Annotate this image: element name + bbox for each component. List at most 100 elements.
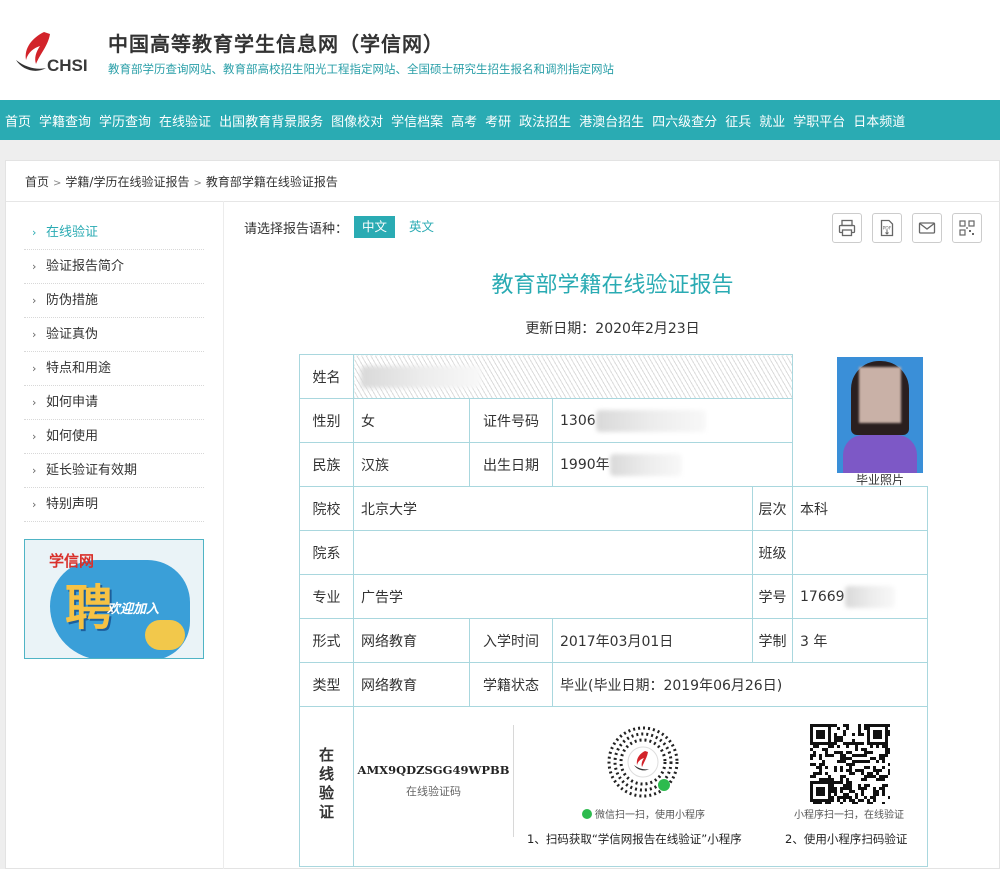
- nav-item-11[interactable]: 四六级查分: [651, 111, 718, 130]
- label-level: 层次: [752, 486, 793, 531]
- nav-item-2[interactable]: 学历查询: [98, 111, 152, 130]
- verify-code-block: AMX9QDZSGG49WPBB 在线验证码: [358, 763, 510, 799]
- toolbar: PDF: [832, 213, 992, 243]
- table-row: 院系 班级: [299, 530, 928, 575]
- qrcode-icon[interactable]: [952, 213, 982, 243]
- sidebar-item-8[interactable]: › 特别声明: [24, 488, 204, 522]
- sidebar-item-6[interactable]: › 如何使用: [24, 420, 204, 454]
- photo-face-blurred: [859, 367, 901, 423]
- logo-text: CHSI: [47, 56, 88, 75]
- value-school: 北京大学: [353, 486, 753, 531]
- sidebar-item-0[interactable]: › 在线验证: [24, 216, 204, 250]
- sidebar-item-label: 特点和用途: [46, 361, 112, 376]
- table-row: 专业 广告学 学号 17669: [299, 574, 928, 619]
- value-gender: 女: [353, 398, 470, 443]
- nav-item-9[interactable]: 政法招生: [518, 111, 572, 130]
- value-status: 毕业(毕业日期：2019年06月26日): [552, 662, 928, 707]
- nav-item-13[interactable]: 就业: [758, 111, 786, 130]
- language-selector: 请选择报告语种： 中文 英文: [244, 216, 442, 238]
- chevron-right-icon: ›: [32, 328, 37, 341]
- value-student-no-cell: 17669: [792, 574, 928, 619]
- nav-item-15[interactable]: 日本频道: [852, 111, 906, 130]
- value-class: [792, 530, 928, 575]
- chevron-right-icon: ›: [32, 464, 37, 477]
- verify-code[interactable]: AMX9QDZSGG49WPBB: [358, 763, 510, 777]
- sidebar-item-label: 验证真伪: [46, 327, 99, 342]
- breadcrumb-sep-icon: >: [53, 178, 62, 189]
- label-student-no: 学号: [752, 574, 793, 619]
- value-form: 网络教育: [353, 618, 470, 663]
- breadcrumb-current: 教育部学籍在线验证报告: [205, 175, 338, 189]
- print-icon[interactable]: [832, 213, 862, 243]
- nav-item-0[interactable]: 首页: [4, 111, 32, 130]
- sidebar-item-2[interactable]: › 防伪措施: [24, 284, 204, 318]
- value-student-no: 17669: [800, 588, 845, 605]
- nav-item-10[interactable]: 港澳台招生: [578, 111, 645, 130]
- verify-qrcode-icon[interactable]: [808, 722, 890, 804]
- nav-item-5[interactable]: 图像校对: [330, 111, 384, 130]
- site-subtitle: 教育部学历查询网站、教育部高校招生阳光工程指定网站、全国硕士研究生招生报名和调剂…: [108, 62, 614, 76]
- chevron-right-icon: ›: [32, 362, 37, 375]
- value-birth-cell: 1990年: [552, 442, 793, 487]
- nav-item-12[interactable]: 征兵: [724, 111, 752, 130]
- banner-blob-yellow: [145, 620, 185, 650]
- value-enroll: 2017年03月01日: [552, 618, 753, 663]
- wechat-icon: [582, 809, 592, 819]
- label-class: 班级: [752, 530, 793, 575]
- sidebar-item-label: 延长验证有效期: [46, 463, 138, 478]
- sidebar-item-label: 在线验证: [46, 225, 99, 240]
- label-id: 证件号码: [469, 398, 553, 443]
- breadcrumb-verify-report[interactable]: 学籍/学历在线验证报告: [65, 175, 189, 189]
- banner-big-char: 聘: [65, 580, 114, 636]
- label-gender: 性别: [299, 398, 354, 443]
- lang-en-button[interactable]: 英文: [401, 216, 442, 238]
- sidebar-item-5[interactable]: › 如何申请: [24, 386, 204, 420]
- language-prompt: 请选择报告语种：: [244, 221, 349, 237]
- label-verify: 在线验证: [317, 746, 335, 823]
- pdf-icon[interactable]: PDF: [872, 213, 902, 243]
- label-dept: 院系: [299, 530, 354, 575]
- label-verify-cell: 在线验证: [299, 706, 354, 867]
- nav-item-8[interactable]: 考研: [484, 111, 512, 130]
- breadcrumb-sep-icon: >: [193, 178, 202, 189]
- nav-item-7[interactable]: 高考: [450, 111, 478, 130]
- sidebar-item-7[interactable]: › 延长验证有效期: [24, 454, 204, 488]
- value-type: 网络教育: [353, 662, 470, 707]
- label-birth: 出生日期: [469, 442, 553, 487]
- sidebar-item-4[interactable]: › 特点和用途: [24, 352, 204, 386]
- content-panel: 首页 > 学籍/学历在线验证报告 > 教育部学籍在线验证报告 › 在线验证 › 验证报告简介 ›…: [5, 160, 1000, 869]
- nav-item-6[interactable]: 学信档案: [390, 111, 444, 130]
- nav-item-4[interactable]: 出国教育背景服务: [218, 111, 324, 130]
- lang-zh-button[interactable]: 中文: [354, 216, 396, 238]
- value-duration: 3 年: [792, 618, 928, 663]
- sidebar-item-3[interactable]: › 验证真伪: [24, 318, 204, 352]
- label-name: 姓名: [299, 354, 354, 399]
- nav-item-3[interactable]: 在线验证: [158, 111, 212, 130]
- nav-item-1[interactable]: 学籍查询: [38, 111, 92, 130]
- breadcrumb-home[interactable]: 首页: [25, 175, 49, 189]
- mini-caption-text: 微信扫一扫，使用小程序: [595, 810, 705, 821]
- label-type: 类型: [299, 662, 354, 707]
- value-level: 本科: [792, 486, 928, 531]
- report-title: 教育部学籍在线验证报告: [491, 273, 734, 298]
- table-row: 院校 北京大学 层次 本科: [299, 486, 928, 531]
- breadcrumb-divider: [6, 201, 1000, 202]
- table-row: 姓名: [299, 354, 928, 399]
- recruit-banner[interactable]: 学信网 聘 欢迎加入: [24, 539, 204, 659]
- table-row: 类型 网络教育 学籍状态 毕业(毕业日期：2019年06月26日): [299, 662, 928, 707]
- table-row: 形式 网络教育 入学时间 2017年03月01日 学制 3 年: [299, 618, 928, 663]
- verify-code-box: AMX9QDZSGG49WPBB 在线验证码: [355, 725, 514, 837]
- value-dept: [353, 530, 753, 575]
- sidebar-item-1[interactable]: › 验证报告简介: [24, 250, 204, 284]
- sidebar-divider: [223, 201, 224, 869]
- mail-icon[interactable]: [912, 213, 942, 243]
- photo-label: 毕业照片: [855, 473, 904, 487]
- site-title[interactable]: 中国高等教育学生信息网（学信网）: [108, 28, 444, 57]
- sidebar-item-label: 防伪措施: [46, 293, 99, 308]
- verify-cell: AMX9QDZSGG49WPBB 在线验证码 微信扫一扫，使用小程序 小程序扫一…: [353, 706, 928, 867]
- label-major: 专业: [299, 574, 354, 619]
- step2-text: 2、使用小程序扫码验证: [785, 832, 908, 846]
- site-header: CHSI 中国高等教育学生信息网（学信网） 教育部学历查询网站、教育部高校招生阳…: [0, 0, 1000, 100]
- nav-item-14[interactable]: 学职平台: [792, 111, 846, 130]
- mini-program-code-icon[interactable]: [604, 723, 682, 801]
